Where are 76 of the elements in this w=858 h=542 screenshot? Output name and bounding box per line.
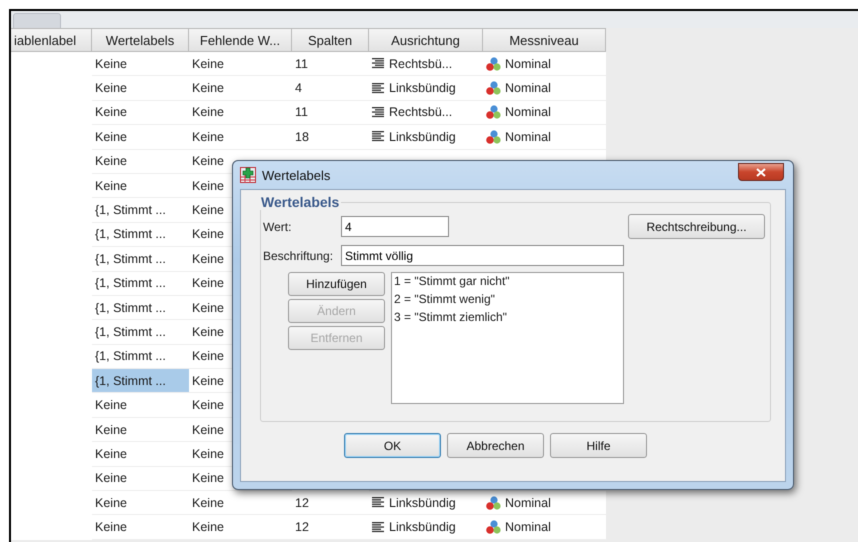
- table-cell: {1, Stimmt ...: [92, 296, 189, 320]
- nominal-icon: [486, 81, 501, 96]
- table-cell: {1, Stimmt ...: [92, 222, 189, 248]
- list-item[interactable]: 3 = "Stimmt ziemlich": [394, 310, 621, 325]
- dialog-button[interactable]: OK: [344, 433, 441, 458]
- table-cell: Keine: [92, 174, 189, 198]
- table-cell: Keine: [92, 418, 189, 442]
- labels-list[interactable]: 1 = "Stimmt gar nicht" 2 = "Stimmt wenig" 3 = "Stimmt ziemlich": [391, 272, 624, 404]
- table-cell-text: Nominal: [505, 56, 551, 71]
- dialog-button[interactable]: Hilfe: [550, 433, 647, 458]
- column-header[interactable]: Spalten: [292, 28, 369, 52]
- table-cell-text: Nominal: [505, 496, 551, 510]
- align-icon: [372, 106, 385, 118]
- table-cell: Keine: [92, 466, 189, 492]
- table-cell-text: Nominal: [505, 520, 551, 534]
- close-icon: [756, 168, 766, 176]
- table-cell: 11: [292, 52, 369, 76]
- align-icon: [372, 82, 385, 94]
- spelling-button[interactable]: Rechtschreibung...: [628, 214, 765, 239]
- table-cell-text: Rechtsbü...: [389, 56, 452, 71]
- table-cell-text: Nominal: [505, 105, 551, 120]
- table-cell: 18: [292, 125, 369, 150]
- align-icon: [372, 58, 385, 70]
- table-cell-text: Linksbündig: [389, 81, 456, 96]
- table-cell: {1, Stimmt ...: [92, 320, 189, 345]
- table-cell: Keine: [189, 515, 292, 540]
- column-header[interactable]: iablenlabel: [11, 28, 92, 52]
- table-cell: Keine: [92, 76, 189, 101]
- input-field[interactable]: Stimmt völlig: [341, 245, 624, 266]
- column-header[interactable]: Wertelabels: [92, 28, 189, 52]
- nominal-icon: [486, 130, 501, 144]
- list-item[interactable]: 2 = "Stimmt wenig": [394, 292, 621, 307]
- table-cell: Keine: [92, 393, 189, 418]
- table-cell: Keine: [189, 491, 292, 516]
- table-cell: 12: [292, 515, 369, 540]
- nominal-icon: [486, 520, 501, 534]
- table-cell: Keine: [92, 100, 189, 126]
- table-cell-text: Rechtsbü...: [389, 105, 452, 120]
- column-header[interactable]: Ausrichtung: [369, 28, 483, 52]
- table-cell: 11: [292, 100, 369, 126]
- align-icon: [372, 131, 385, 142]
- table-cell: {1, Stimmt ...: [92, 369, 189, 394]
- table-cell: Keine: [92, 491, 189, 516]
- table-cell: Keine: [92, 150, 189, 174]
- nominal-icon: [486, 496, 501, 510]
- table-cell: Keine: [189, 52, 292, 76]
- dialog-button[interactable]: Abbrechen: [447, 433, 544, 458]
- table-cell: {1, Stimmt ...: [92, 272, 189, 296]
- table-cell: Keine: [92, 515, 189, 540]
- nominal-icon: [486, 56, 501, 71]
- close-button[interactable]: [738, 163, 784, 181]
- table-cell-text: Linksbündig: [389, 496, 456, 510]
- table-cell-text: Nominal: [505, 81, 551, 96]
- list-item[interactable]: 1 = "Stimmt gar nicht": [394, 274, 621, 289]
- table-cell: Keine: [92, 442, 189, 467]
- table-cell: 4: [292, 76, 369, 101]
- table-cell: {1, Stimmt ...: [92, 198, 189, 223]
- align-icon: [372, 497, 385, 508]
- align-icon: [372, 522, 385, 533]
- table-cell-text: Nominal: [505, 130, 551, 144]
- table-cell-text: Linksbündig: [389, 130, 456, 144]
- table-cell-text: Linksbündig: [389, 520, 456, 534]
- action-button[interactable]: Hinzufügen: [288, 272, 385, 296]
- table-cell: Keine: [189, 76, 292, 101]
- table-cell: Keine: [92, 52, 189, 76]
- table-cell: 12: [292, 491, 369, 516]
- column-header[interactable]: Fehlende W...: [189, 28, 292, 52]
- table-cell: Keine: [189, 100, 292, 126]
- table-cell: Keine: [189, 125, 292, 150]
- table-cell: {1, Stimmt ...: [92, 247, 189, 272]
- column-header[interactable]: Messniveau: [483, 28, 606, 52]
- input-field[interactable]: 4: [341, 216, 449, 237]
- tab-handle[interactable]: [13, 13, 61, 28]
- nominal-icon: [486, 105, 501, 120]
- table-cell: Keine: [92, 125, 189, 150]
- app-icon: [240, 167, 256, 183]
